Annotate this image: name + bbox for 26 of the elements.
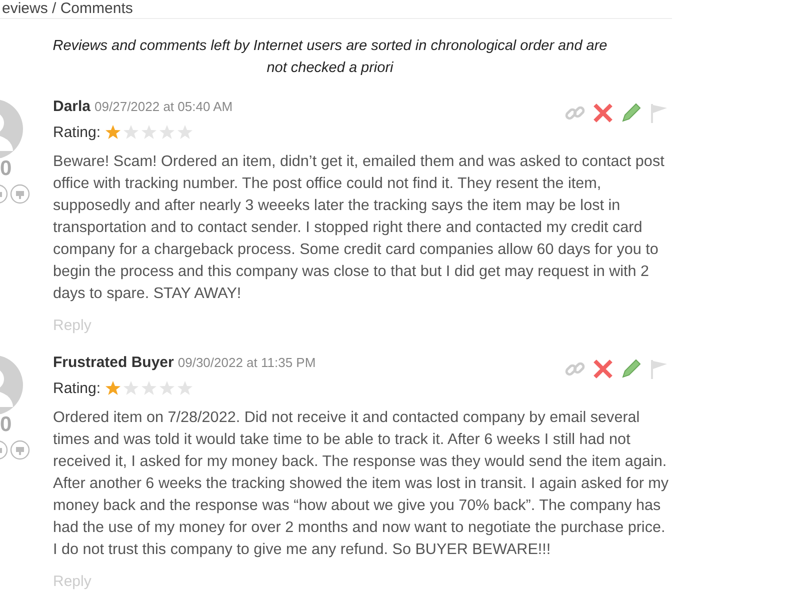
- section-title: eviews / Comments: [0, 0, 672, 19]
- delete-icon[interactable]: [592, 358, 614, 380]
- vote-count: 0: [0, 157, 12, 181]
- star-filled-icon: [104, 124, 121, 140]
- rating-label: Rating:: [53, 380, 101, 396]
- star-empty-icon: [122, 380, 139, 396]
- rating-label: Rating:: [53, 124, 101, 140]
- star-empty-icon: [176, 124, 193, 140]
- delete-icon[interactable]: [592, 102, 614, 124]
- author-name: Frustrated Buyer: [53, 354, 174, 371]
- star-empty-icon: [158, 124, 175, 140]
- star-filled-icon: [104, 380, 121, 396]
- star-empty-icon: [122, 124, 139, 140]
- star-empty-icon: [140, 124, 157, 140]
- author-name: Darla: [53, 98, 91, 115]
- star-empty-icon: [158, 380, 175, 396]
- comment-text: Beware! Scam! Ordered an item, didn’t get it, emailed them and was asked to contact post office with tracking number. The post office could not find it. They resent the item, supposedly and after nearly 3 weeeks later the tracking says the item may be lost in transportation and to contact sender. I stopped right there and contacted my credit card company for a chargeback process. Some credit card companies allow 60 days for you to begin the process and this company was close to that but I did get may request in with 2 days to spare. STAY AWAY!: [53, 152, 666, 304]
- comment-date: 09/27/2022 at 05:40 AM: [94, 99, 233, 114]
- pencil-icon[interactable]: [620, 358, 642, 380]
- pencil-icon[interactable]: [620, 102, 642, 124]
- notice-text: Reviews and comments left by Internet users are sorted in chronological order and are not checked a priori: [52, 37, 608, 78]
- comment-text: Ordered item on 7/28/2022. Did not receive it and contacted company by email several times and was told it would take time to be able to track it. After 6 weeks I still had not received it, I asked for my money back. The response was they would send the item again. After another 6 weeks the tracking showed the item was lost in transit. I again asked for my money back and the response was “how about we give you 70% back”. The company has had the use of my money for over 2 months and now want to negotiate the purchase price. I do not trust this company to give me any refund. So BUYER BEWARE!!!: [53, 408, 670, 560]
- vote-count: 0: [0, 413, 12, 437]
- star-empty-icon: [140, 380, 157, 396]
- comment-date: 09/30/2022 at 11:35 PM: [178, 355, 316, 370]
- star-empty-icon: [176, 380, 193, 396]
